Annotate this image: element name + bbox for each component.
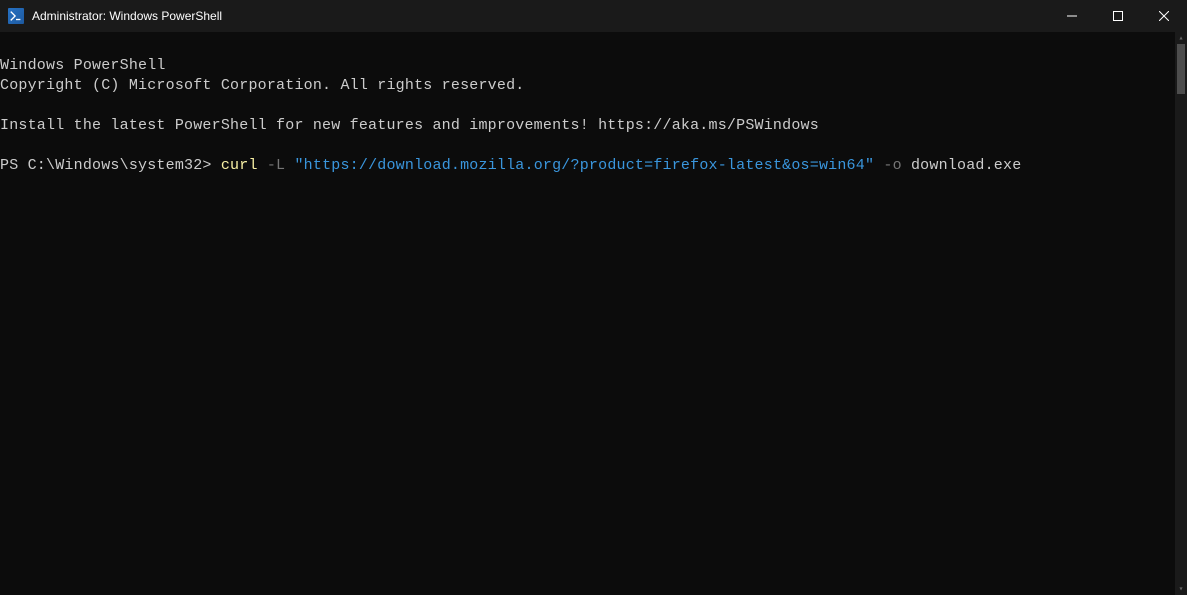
- scroll-down-arrow[interactable]: ▾: [1175, 583, 1187, 595]
- terminal-output[interactable]: Windows PowerShell Copyright (C) Microso…: [0, 32, 1187, 595]
- scrollbar-thumb[interactable]: [1177, 44, 1185, 94]
- window-controls: [1049, 0, 1187, 32]
- command-url: "https://download.mozilla.org/?product=f…: [294, 157, 874, 174]
- maximize-button[interactable]: [1095, 0, 1141, 32]
- command-name: curl: [221, 157, 258, 174]
- terminal-line: Install the latest PowerShell for new fe…: [0, 117, 819, 134]
- window-titlebar: Administrator: Windows PowerShell: [0, 0, 1187, 32]
- terminal-line: Copyright (C) Microsoft Corporation. All…: [0, 77, 524, 94]
- command-line: PS C:\Windows\system32> curl -L "https:/…: [0, 157, 1021, 174]
- powershell-icon: [8, 8, 24, 24]
- minimize-button[interactable]: [1049, 0, 1095, 32]
- terminal-line: Windows PowerShell: [0, 57, 166, 74]
- command-flag: -L: [258, 157, 295, 174]
- window-title: Administrator: Windows PowerShell: [32, 9, 222, 23]
- command-flag: -o: [874, 157, 911, 174]
- vertical-scrollbar[interactable]: ▴ ▾: [1175, 32, 1187, 595]
- close-button[interactable]: [1141, 0, 1187, 32]
- titlebar-left: Administrator: Windows PowerShell: [0, 8, 222, 24]
- command-arg: download.exe: [911, 157, 1021, 174]
- scroll-up-arrow[interactable]: ▴: [1175, 32, 1187, 44]
- prompt: PS C:\Windows\system32>: [0, 157, 221, 174]
